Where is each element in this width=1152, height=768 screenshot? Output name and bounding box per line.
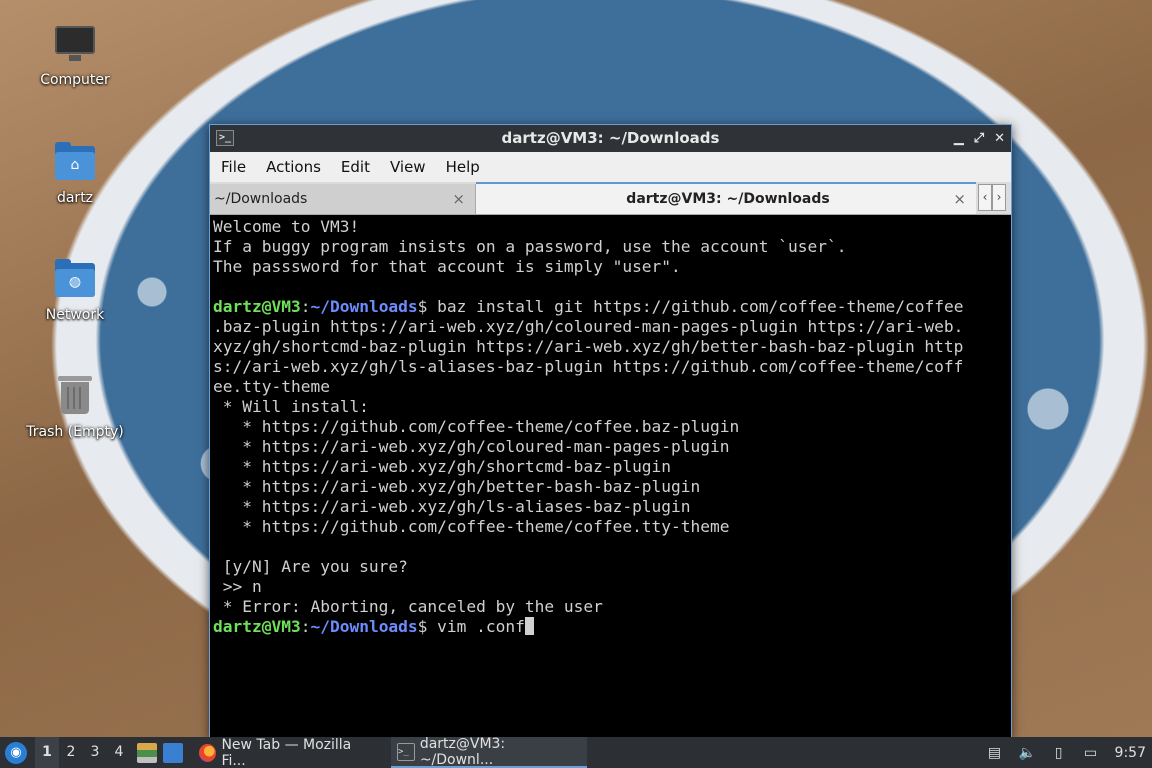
window-title: dartz@VM3: ~/Downloads	[501, 129, 720, 147]
desktop-icon-label: Trash (Empty)	[26, 424, 124, 440]
tab-scroll-right-icon[interactable]: ›	[992, 184, 1006, 211]
command-line: baz install git https://github.com/coffe…	[427, 297, 964, 316]
desktop-icon-home[interactable]: ⌂ dartz	[20, 140, 130, 206]
trash-icon	[53, 374, 97, 418]
prompt-sign: $	[417, 297, 428, 316]
prompt-user: dartz@VM3	[213, 297, 301, 316]
tab-downloads[interactable]: ~/Downloads ×	[210, 184, 476, 214]
desktop-icon-network[interactable]: ◍ Network	[20, 257, 130, 323]
desktop-icon-label: Network	[45, 307, 105, 323]
close-button[interactable]: ✕	[994, 125, 1005, 152]
menu-help[interactable]: Help	[446, 158, 480, 176]
output-line: [y/N] Are you sure?	[213, 557, 408, 576]
prompt-sign: $	[417, 617, 428, 636]
output-line: * Will install:	[213, 397, 369, 416]
menu-edit[interactable]: Edit	[341, 158, 370, 176]
taskbar: ◉ 1 2 3 4 New Tab — Mozilla Fi... >_ dar…	[0, 735, 1152, 768]
notes-icon[interactable]: ▯	[1051, 745, 1067, 761]
desktop-icon-label: dartz	[56, 190, 94, 206]
task-terminal[interactable]: >_ dartz@VM3: ~/Downl...	[391, 735, 587, 768]
menu-bar: File Actions Edit View Help	[210, 152, 1011, 182]
tab-bar: ~/Downloads × dartz@VM3: ~/Downloads × ‹…	[210, 182, 1011, 215]
terminal-icon: >_	[397, 742, 415, 761]
clock[interactable]: 9:57	[1115, 745, 1146, 761]
command-wrap-line: xyz/gh/shortcmd-baz-plugin https://ari-w…	[213, 337, 964, 356]
output-line: * https://github.com/coffee-theme/coffee…	[213, 417, 740, 436]
tab-scroll-left-icon[interactable]: ‹	[978, 184, 992, 211]
text-cursor	[524, 617, 534, 635]
desktop-icon-label: Computer	[40, 72, 110, 88]
command-wrap-line: .baz-plugin https://ari-web.xyz/gh/colou…	[213, 317, 964, 336]
menu-view[interactable]: View	[390, 158, 426, 176]
computer-icon	[53, 22, 97, 66]
task-firefox[interactable]: New Tab — Mozilla Fi...	[193, 737, 381, 768]
task-label: New Tab — Mozilla Fi...	[221, 736, 352, 768]
system-tray: ▤ 🔈 ▯ ▭ 9:57	[987, 737, 1152, 768]
output-line: * https://ari-web.xyz/gh/ls-aliases-baz-…	[213, 497, 691, 516]
window-titlebar[interactable]: >_ dartz@VM3: ~/Downloads ▁ ⤢ ✕	[210, 125, 1011, 152]
maximize-button[interactable]: ⤢	[974, 125, 984, 152]
current-command[interactable]: vim .conf	[427, 617, 525, 636]
home-folder-icon: ⌂	[53, 140, 97, 184]
tab-label: ~/Downloads	[214, 191, 308, 207]
motd-line: Welcome to VM3!	[213, 217, 360, 236]
workspace-4[interactable]: 4	[107, 737, 131, 768]
firefox-icon	[199, 743, 217, 762]
start-menu-icon[interactable]: ◉	[5, 741, 27, 764]
output-line: >> n	[213, 577, 262, 596]
command-wrap-line: s://ari-web.xyz/gh/ls-aliases-baz-plugin…	[213, 357, 964, 376]
network-icon[interactable]: ▭	[1083, 745, 1099, 761]
workspace-3[interactable]: 3	[83, 737, 107, 768]
tab-label: dartz@VM3: ~/Downloads	[626, 191, 830, 207]
show-desktop-icon[interactable]	[163, 742, 183, 763]
minimize-button[interactable]: ▁	[954, 125, 964, 152]
file-manager-icon[interactable]	[137, 742, 157, 763]
output-line: * https://ari-web.xyz/gh/shortcmd-baz-pl…	[213, 457, 672, 476]
output-line: * https://github.com/coffee-theme/coffee…	[213, 517, 730, 536]
prompt-path: ~/Downloads	[310, 297, 418, 316]
terminal-output[interactable]: Welcome to VM3! If a buggy program insis…	[210, 215, 1011, 737]
menu-file[interactable]: File	[221, 158, 246, 176]
menu-actions[interactable]: Actions	[266, 158, 321, 176]
workspace-1[interactable]: 1	[35, 737, 59, 768]
volume-icon[interactable]: 🔈	[1019, 745, 1036, 761]
task-label: dartz@VM3: ~/Downl...	[419, 735, 506, 768]
workspace-2[interactable]: 2	[59, 737, 83, 768]
motd-line: The passsword for that account is simply…	[213, 257, 681, 276]
workspace-switcher: 1 2 3 4	[35, 737, 131, 768]
prompt-colon: :	[300, 617, 311, 636]
terminal-window[interactable]: >_ dartz@VM3: ~/Downloads ▁ ⤢ ✕ File Act…	[209, 124, 1012, 738]
desktop-icon-computer[interactable]: Computer	[20, 22, 130, 88]
desktop-icon-trash[interactable]: Trash (Empty)	[20, 374, 130, 440]
command-wrap-line: ee.tty-theme	[213, 377, 330, 396]
network-folder-icon: ◍	[53, 257, 97, 301]
tab-terminal-active[interactable]: dartz@VM3: ~/Downloads ×	[476, 182, 976, 214]
tab-close-icon[interactable]: ×	[452, 184, 465, 214]
prompt-path: ~/Downloads	[310, 617, 418, 636]
motd-line: If a buggy program insists on a password…	[213, 237, 847, 256]
clipboard-icon[interactable]: ▤	[987, 745, 1003, 761]
output-line: * https://ari-web.xyz/gh/better-bash-baz…	[213, 477, 701, 496]
terminal-app-icon: >_	[216, 130, 234, 146]
prompt-user: dartz@VM3	[213, 617, 301, 636]
prompt-colon: :	[300, 297, 311, 316]
output-line: * Error: Aborting, canceled by the user	[213, 597, 603, 616]
output-line: * https://ari-web.xyz/gh/coloured-man-pa…	[213, 437, 730, 456]
tab-close-icon[interactable]: ×	[953, 184, 966, 214]
